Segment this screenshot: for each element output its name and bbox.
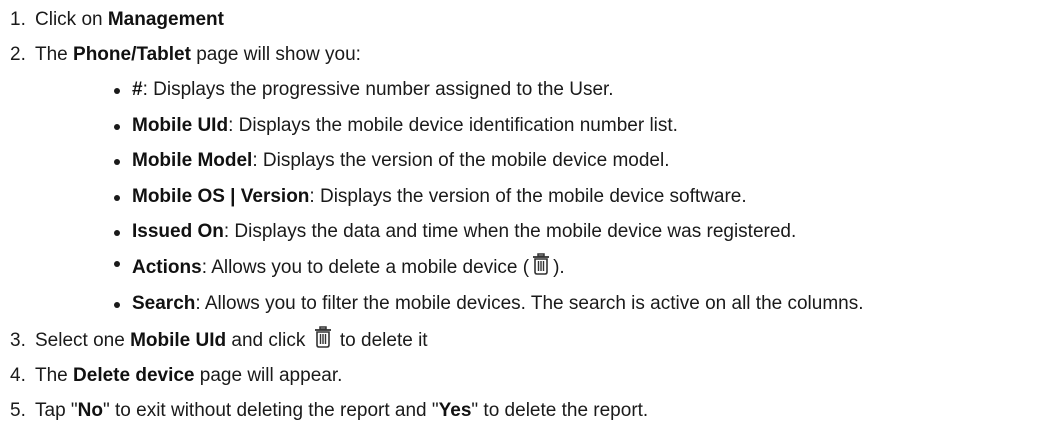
bullet-desc-end: ).: [553, 256, 565, 278]
step-5: 5. Tap "No" to exit without deleting the…: [0, 393, 1038, 428]
bullet-dot: [114, 301, 120, 308]
step-text-post: to delete it: [334, 330, 428, 352]
step-number: 2.: [10, 44, 26, 65]
step-2: 2. The Phone/Tablet page will show you:: [0, 37, 1038, 72]
bullet-desc: : Displays the progressive number assign…: [142, 79, 614, 100]
bullet-dot: [114, 194, 120, 201]
bullet-dot: [114, 123, 120, 130]
step-number: 5.: [10, 400, 26, 422]
delete-device-term: Delete device: [73, 365, 195, 387]
bullet-desc: : Displays the version of the mobile dev…: [309, 185, 747, 207]
bullet-text: Mobile Model: Displays the version of th…: [132, 143, 669, 179]
step-text-pre: Tap ": [35, 400, 78, 422]
bullet-dot: [114, 230, 120, 237]
step-text-pre: Select one: [35, 330, 131, 352]
step-text: Click on Management: [35, 2, 224, 37]
bullet-number-column: #: Displays the progressive number assig…: [0, 72, 1038, 108]
step-number: 3.: [10, 330, 26, 352]
bullet-dot: [114, 260, 120, 267]
bullet-desc: : Allows you to delete a mobile device (: [201, 256, 530, 278]
step-number: 1.: [10, 9, 26, 30]
bullet-issued-on: Issued On: Displays the data and time wh…: [0, 214, 1038, 250]
bullet-mobile-uid: Mobile UId: Displays the mobile device i…: [0, 108, 1038, 144]
instructions-document: 1. Click on Management 2. The Phone/Tabl…: [0, 0, 1038, 428]
step-text-post: page will appear.: [194, 365, 343, 387]
bullet-desc: : Displays the version of the mobile dev…: [252, 150, 670, 172]
bullet-actions: Actions: Allows you to delete a mobile d…: [0, 250, 1038, 286]
step-text: Tap "No" to exit without deleting the re…: [35, 393, 648, 428]
step-text-pre: The: [35, 44, 74, 65]
bullet-mobile-model: Mobile Model: Displays the version of th…: [0, 143, 1038, 179]
bullet-desc: : Allows you to filter the mobile device…: [195, 292, 864, 314]
bullet-text: #: Displays the progressive number assig…: [132, 72, 614, 108]
no-term: No: [77, 400, 103, 422]
trash-icon: [531, 253, 551, 275]
bullet-dot: [114, 159, 120, 166]
step-3: 3. Select one Mobile UId and click to de…: [0, 323, 1038, 358]
bullet-text: Mobile OS | Version: Displays the versio…: [132, 179, 747, 215]
step-text-pre: The: [35, 365, 74, 387]
step-text-post: " to delete the report.: [471, 400, 649, 422]
step-text-mid: " to exit without deleting the report an…: [103, 400, 439, 422]
bullet-text: Actions: Allows you to delete a mobile d…: [132, 250, 565, 286]
bullet-term: #: [132, 79, 143, 100]
bullet-term: Mobile UId: [132, 114, 229, 136]
bullet-text: Issued On: Displays the data and time wh…: [132, 214, 796, 250]
step-text: The Delete device page will appear.: [35, 358, 342, 393]
step-text-mid: and click: [226, 330, 311, 352]
step-number: 4.: [10, 365, 26, 387]
bullet-mobile-os-version: Mobile OS | Version: Displays the versio…: [0, 179, 1038, 215]
mobile-uid-term: Mobile UId: [130, 330, 227, 352]
bullet-text: Mobile UId: Displays the mobile device i…: [132, 108, 678, 144]
bullet-desc: : Displays the mobile device identificat…: [228, 114, 678, 136]
phone-tablet-term: Phone/Tablet: [73, 44, 191, 65]
step-4: 4. The Delete device page will appear.: [0, 358, 1038, 393]
bullet-term: Issued On: [132, 221, 224, 243]
bullet-desc: : Displays the data and time when the mo…: [223, 221, 797, 243]
trash-icon: [313, 326, 333, 348]
step-text: Select one Mobile UId and click to delet…: [35, 323, 428, 358]
step-text: The Phone/Tablet page will show you:: [35, 37, 361, 72]
yes-term: Yes: [438, 400, 472, 422]
bullet-term: Actions: [132, 256, 202, 278]
bullet-term: Search: [132, 292, 196, 314]
step-1: 1. Click on Management: [0, 2, 1038, 37]
management-term: Management: [107, 9, 224, 30]
bullet-dot: [114, 88, 120, 94]
bullet-term: Mobile Model: [132, 150, 253, 172]
step-text-pre: Click on: [35, 9, 108, 30]
bullet-search: Search: Allows you to filter the mobile …: [0, 286, 1038, 322]
bullet-text: Search: Allows you to filter the mobile …: [132, 286, 864, 322]
bullet-term: Mobile OS | Version: [132, 185, 310, 207]
step-text-post: page will show you:: [190, 44, 361, 65]
